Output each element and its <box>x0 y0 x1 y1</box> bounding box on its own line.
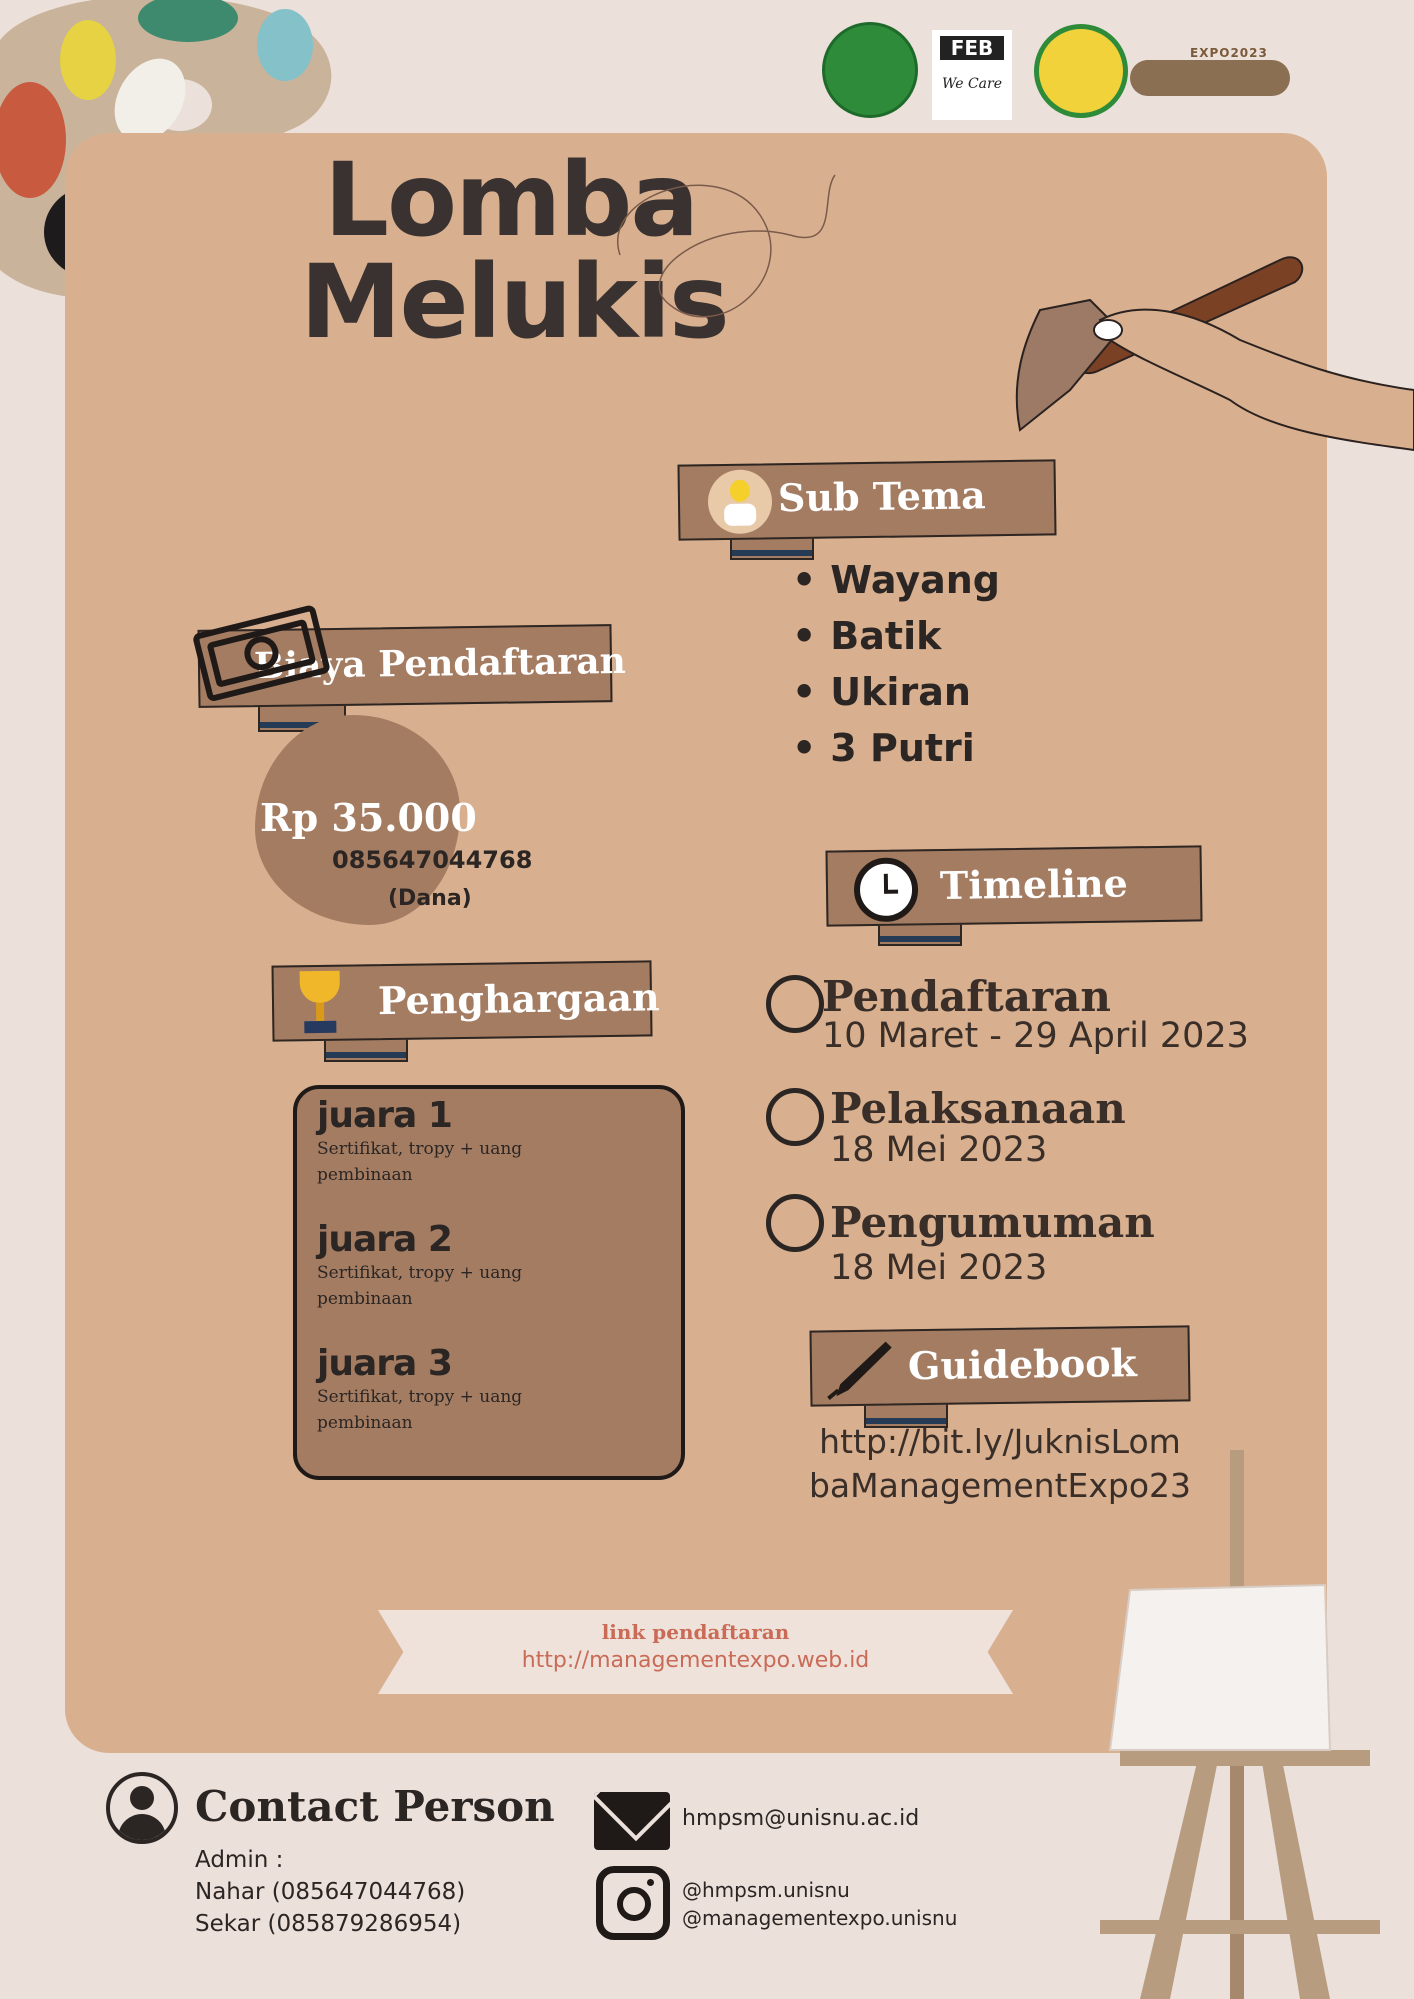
price-text: Rp 35.000 <box>260 795 477 840</box>
list-item: Ukiran <box>792 664 1000 720</box>
timeline-item-title: Pengumuman <box>830 1198 1155 1247</box>
check-circle-icon <box>766 975 824 1033</box>
penghargaan-ribbon: Penghargaan <box>271 960 660 1042</box>
feb-logo-text: FEB <box>940 36 1004 60</box>
check-circle-icon <box>766 1194 824 1252</box>
check-circle-icon <box>766 1088 824 1146</box>
prize-desc: pembinaan <box>317 1165 413 1185</box>
hand-brush-illustration <box>1015 256 1414 452</box>
sub-tema-list: Wayang Batik Ukiran 3 Putri <box>792 552 1000 776</box>
timeline-ribbon: Timeline <box>825 845 1203 927</box>
prize-rank: juara 3 <box>317 1343 453 1384</box>
prize-desc: Sertifikat, tropy + uang <box>317 1263 523 1283</box>
timeline-item-title: Pelaksanaan <box>830 1084 1126 1133</box>
prize-desc: Sertifikat, tropy + uang <box>317 1387 523 1407</box>
lightbulb-icon <box>707 469 773 535</box>
timeline-label: Timeline <box>939 860 1129 909</box>
instagram-icon <box>596 1866 670 1940</box>
scribble-decoration <box>617 174 836 318</box>
prize-desc: Sertifikat, tropy + uang <box>317 1139 523 1159</box>
prize-desc: pembinaan <box>317 1413 413 1433</box>
instagram-handle[interactable]: @managementexpo.unisnu <box>682 1904 957 1932</box>
registration-banner[interactable]: link pendaftaran http://managementexpo.w… <box>378 1610 1013 1694</box>
timeline-item-title: Pendaftaran <box>822 972 1111 1021</box>
feb-logo-subtext: We Care <box>941 76 1003 92</box>
list-item: Wayang <box>792 552 1000 608</box>
contact-admin-block: Admin : Nahar (085647044768) Sekar (0858… <box>195 1844 465 1940</box>
prize-box: juara 1 Sertifikat, tropy + uang pembina… <box>293 1085 685 1480</box>
registration-url[interactable]: http://managementexpo.web.id <box>378 1648 1013 1673</box>
user-avatar-icon <box>106 1772 178 1844</box>
prize-item: juara 3 Sertifikat, tropy + uang pembina… <box>317 1343 522 1436</box>
instagram-accounts: @hmpsm.unisnu @managementexpo.unisnu <box>682 1876 957 1932</box>
payment-method: (Dana) <box>388 886 472 911</box>
sub-tema-ribbon: Sub Tema <box>677 459 1057 541</box>
contact-email[interactable]: hmpsm@unisnu.ac.id <box>682 1806 919 1831</box>
timeline-item-date: 18 Mei 2023 <box>830 1130 1048 1170</box>
guidebook-ribbon: Guidebook <box>809 1325 1191 1407</box>
timeline-item-date: 10 Maret - 29 April 2023 <box>822 1016 1249 1056</box>
list-item: Batik <box>792 608 1000 664</box>
prize-item: juara 2 Sertifikat, tropy + uang pembina… <box>317 1219 522 1312</box>
admin-contact: Nahar (085647044768) <box>195 1879 466 1905</box>
instagram-handle[interactable]: @hmpsm.unisnu <box>682 1876 957 1904</box>
prize-rank: juara 1 <box>317 1095 453 1136</box>
expo-logo-text: EXPO2023 <box>1190 46 1268 60</box>
pen-icon <box>827 1341 892 1400</box>
prize-item: juara 1 Sertifikat, tropy + uang pembina… <box>317 1095 522 1188</box>
registration-label: link pendaftaran <box>601 1620 790 1644</box>
contact-heading: Contact Person <box>195 1782 555 1831</box>
penghargaan-label: Penghargaan <box>377 974 660 1024</box>
guidebook-label: Guidebook <box>907 1340 1138 1389</box>
timeline-item-date: 18 Mei 2023 <box>830 1248 1048 1288</box>
unisnu-seal-logo <box>822 22 918 118</box>
alarm-clock-icon <box>853 857 919 923</box>
admin-contact: Sekar (085879286954) <box>195 1911 462 1937</box>
prize-rank: juara 2 <box>317 1219 453 1260</box>
payment-phone: 085647044768 <box>332 846 533 874</box>
sub-tema-label: Sub Tema <box>777 472 987 521</box>
hmpsm-logo <box>1034 24 1128 118</box>
admin-label: Admin : <box>195 1847 284 1873</box>
easel-illustration <box>1100 1450 1380 1999</box>
management-expo-logo: EXPO2023 <box>1130 40 1290 102</box>
money-icon <box>193 605 330 702</box>
mail-icon <box>594 1792 670 1850</box>
prize-desc: pembinaan <box>317 1289 413 1309</box>
trophy-icon <box>292 969 349 1038</box>
list-item: 3 Putri <box>792 720 1000 776</box>
feb-logo: FEB We Care <box>932 30 1012 120</box>
